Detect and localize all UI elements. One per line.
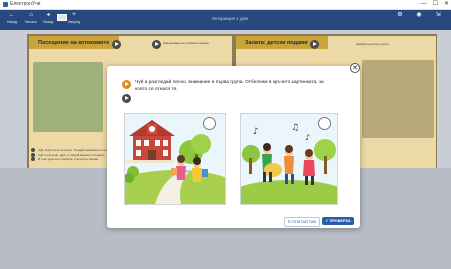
home-icon: ⌂ (29, 12, 33, 18)
audio-options-icon[interactable] (122, 94, 131, 103)
right-audio-icon[interactable] (310, 40, 319, 49)
right-page-heading: Залата: детски подами (245, 40, 308, 46)
gear-icon: ⚙ (397, 12, 403, 18)
window-controls: — ☐ ✕ (421, 0, 449, 9)
left-page-note: Завършване на учебната задача (163, 41, 209, 45)
svg-text:♫: ♫ (291, 123, 299, 133)
close-dialog-button[interactable]: ✕ (350, 63, 360, 73)
exit-button[interactable]: ⇲ (430, 12, 446, 20)
svg-text:♪: ♪ (305, 133, 310, 142)
svg-text:♪: ♪ (253, 127, 259, 137)
left-page-heading: Посещение на котокомите (38, 40, 110, 46)
exit-icon: ⇲ (435, 12, 441, 18)
check-answer-button[interactable]: ✓ ПРОВЕРКА (322, 217, 354, 225)
maximize-icon[interactable]: ☐ (433, 0, 438, 9)
title-bar: ЕлектронУчи — ☐ ✕ (0, 0, 451, 10)
bullet-audio-icon[interactable] (31, 157, 35, 162)
app-logo-icon (3, 2, 8, 7)
right-page-note: Задайте детски пърсни (356, 42, 389, 46)
left-audio-icon[interactable] (112, 40, 121, 49)
bullet-audio-icon[interactable] (31, 152, 35, 157)
next-button[interactable]: + Напред (66, 12, 82, 24)
prev-icon: ◂ (46, 12, 50, 18)
prev-button[interactable]: ◂ Назад (40, 12, 56, 24)
note-audio-icon[interactable] (152, 40, 161, 49)
home-button[interactable]: ⌂ Начало (23, 12, 39, 24)
select-music-scene-radio[interactable] (318, 117, 331, 130)
right-bg-scene (362, 60, 434, 138)
window-title: ЕлектронУчи (10, 1, 41, 7)
exercise-instruction: Чуй и разгледай лесно, внимание и първа … (135, 80, 324, 92)
toolbar-title: Интеракция 1 урок (211, 16, 249, 21)
left-bg-scene (33, 62, 103, 132)
next-icon: + (72, 12, 76, 18)
select-school-scene-radio[interactable] (203, 117, 216, 130)
play-audio-icon[interactable] (122, 80, 131, 89)
top-toolbar: ← Назад ⌂ Начало ◂ Назад + Напред Интера… (0, 10, 451, 30)
try-again-button[interactable]: ↻ ОПИТАЙ ПАК (284, 217, 320, 227)
user-icon: ◉ (416, 12, 422, 18)
minimize-icon[interactable]: — (421, 0, 427, 9)
back-button[interactable]: ← Назад (4, 12, 20, 24)
back-icon: ← (9, 12, 15, 18)
user-button[interactable]: ◉ (411, 12, 427, 20)
close-window-icon[interactable]: ✕ (444, 0, 449, 9)
settings-button[interactable]: ⚙ (392, 12, 408, 20)
